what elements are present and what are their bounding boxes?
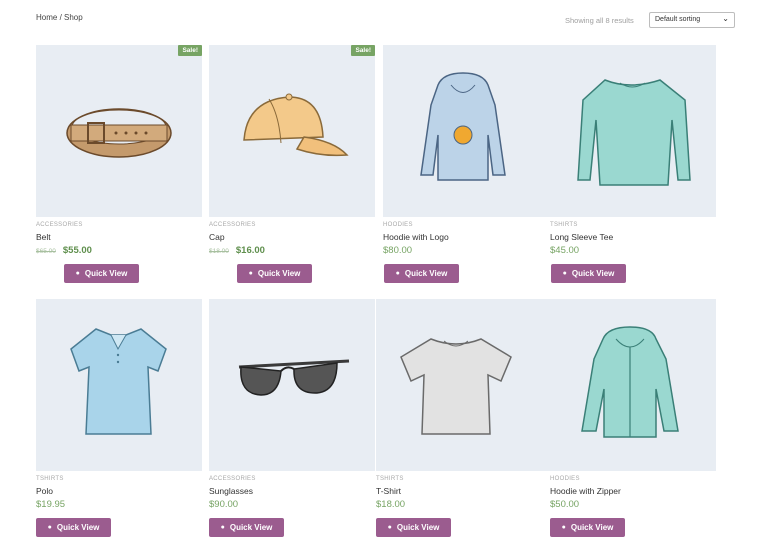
quick-view-button[interactable]: ● Quick View (376, 518, 451, 537)
eye-icon: ● (395, 270, 400, 277)
eye-icon: ● (562, 270, 567, 277)
product-name[interactable]: Long Sleeve Tee (550, 232, 613, 242)
hoodie-zipper-icon (581, 326, 679, 438)
quick-view-label: Quick View (396, 523, 440, 532)
product-image-wide[interactable] (376, 299, 716, 471)
cap-icon (243, 93, 349, 157)
product-category[interactable]: HOODIES (383, 222, 413, 228)
old-price: $65.00 (36, 248, 56, 255)
sort-select[interactable]: Default sorting ⌄ (649, 12, 735, 28)
product-price: $18.00 $16.00 (209, 245, 265, 256)
product-image-wide[interactable] (383, 45, 716, 217)
quick-view-button[interactable]: ● Quick View (237, 264, 312, 283)
belt-icon (66, 108, 172, 158)
quick-view-button[interactable]: ● Quick View (209, 518, 284, 537)
product-name[interactable]: Hoodie with Logo (383, 232, 449, 242)
polo-icon (70, 328, 167, 435)
hoodie-logo-icon (420, 72, 506, 181)
product-category[interactable]: TSHIRTS (376, 476, 404, 482)
old-price: $18.00 (209, 248, 229, 255)
quick-view-button[interactable]: ● Quick View (384, 264, 459, 283)
quick-view-label: Quick View (56, 523, 100, 532)
sort-selected-value: Default sorting (655, 16, 701, 23)
quick-view-label: Quick View (257, 269, 301, 278)
product-category[interactable]: ACCESSORIES (36, 222, 83, 228)
sale-badge: Sale! (178, 45, 202, 56)
product-name[interactable]: Belt (36, 232, 51, 242)
product-price: $80.00 (383, 245, 413, 256)
product-category[interactable]: HOODIES (550, 476, 580, 482)
product-category[interactable]: TSHIRTS (550, 222, 578, 228)
chevron-down-icon: ⌄ (722, 14, 729, 23)
quick-view-label: Quick View (229, 523, 273, 532)
product-price: $90.00 (209, 499, 239, 510)
product-price: $19.95 (36, 499, 66, 510)
product-price: $45.00 (550, 245, 580, 256)
product-category[interactable]: ACCESSORIES (209, 476, 256, 482)
product-name[interactable]: T-Shirt (376, 486, 401, 496)
product-image-cap[interactable]: Sale! (209, 45, 375, 217)
eye-icon: ● (561, 524, 566, 531)
eye-icon: ● (387, 524, 392, 531)
quick-view-button[interactable]: ● Quick View (550, 518, 625, 537)
product-name[interactable]: Cap (209, 232, 225, 242)
eye-icon: ● (75, 270, 80, 277)
product-price: $18.00 (376, 499, 406, 510)
sunglasses-icon (238, 359, 350, 396)
quick-view-label: Quick View (84, 269, 128, 278)
quick-view-label: Quick View (570, 523, 614, 532)
quick-view-button[interactable]: ● Quick View (36, 518, 111, 537)
eye-icon: ● (220, 524, 225, 531)
sale-price: $16.00 (235, 245, 265, 256)
quick-view-button[interactable]: ● Quick View (64, 264, 139, 283)
eye-icon: ● (47, 524, 52, 531)
breadcrumb[interactable]: Home / Shop (36, 13, 83, 22)
quick-view-label: Quick View (571, 269, 615, 278)
quick-view-button[interactable]: ● Quick View (551, 264, 626, 283)
product-image-belt[interactable]: Sale! (36, 45, 202, 217)
product-image-sunglasses[interactable] (209, 299, 375, 471)
eye-icon: ● (248, 270, 253, 277)
product-price: $50.00 (550, 499, 580, 510)
product-category[interactable]: TSHIRTS (36, 476, 64, 482)
tshirt-icon (400, 338, 512, 435)
product-category[interactable]: ACCESSORIES (209, 222, 256, 228)
sale-badge: Sale! (351, 45, 375, 56)
long-sleeve-tee-icon (577, 79, 691, 186)
product-price: $65.00 $55.00 (36, 245, 92, 256)
product-name[interactable]: Sunglasses (209, 486, 253, 496)
result-count: Showing all 8 results (565, 16, 634, 25)
product-name[interactable]: Hoodie with Zipper (550, 486, 621, 496)
quick-view-label: Quick View (404, 269, 448, 278)
product-image-polo[interactable] (36, 299, 202, 471)
product-name[interactable]: Polo (36, 486, 53, 496)
sale-price: $55.00 (62, 245, 92, 256)
